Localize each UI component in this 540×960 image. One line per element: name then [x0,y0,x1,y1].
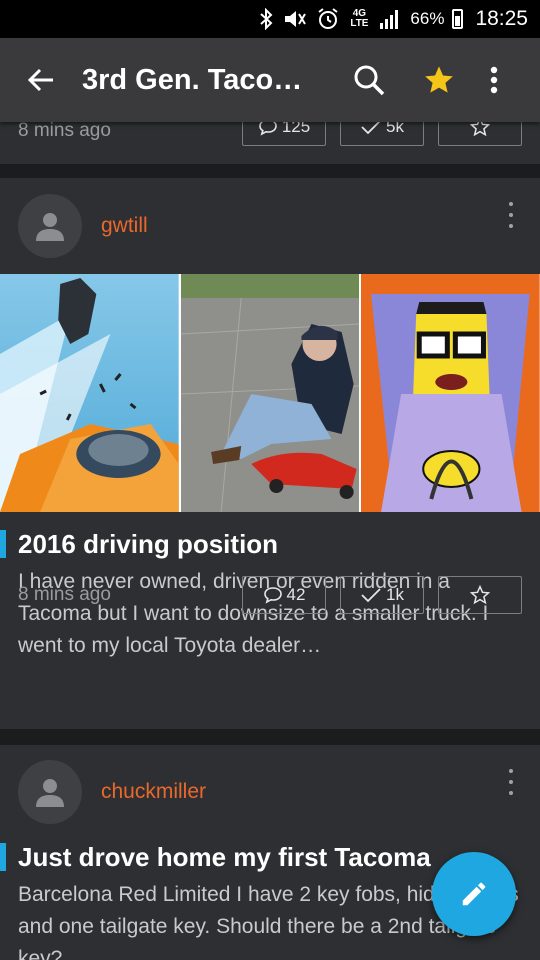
avatar[interactable] [18,760,82,824]
app-bar: 3rd Gen. Tacom… [0,38,540,122]
overflow-menu-button[interactable] [474,38,514,122]
signal-icon [378,8,402,30]
comment-icon [263,587,282,604]
battery-icon [452,9,464,29]
post-card[interactable]: 8 mins ago 125 5k [0,108,540,164]
clock: 18:25 [475,7,528,30]
back-button[interactable] [0,38,82,122]
comments-count: 42 [286,585,306,604]
favorite-button[interactable] [404,38,474,122]
star-icon [425,66,453,93]
cartoon-driver-image[interactable] [361,274,540,512]
alarm-icon [316,7,340,31]
pencil-icon [462,882,486,906]
back-arrow-icon [27,68,53,92]
post-images [0,274,540,513]
avatar[interactable] [18,194,82,258]
compose-button[interactable] [432,852,516,936]
post-menu-button[interactable] [504,202,518,228]
card-divider [0,164,540,178]
post-header: chuckmiller [0,745,540,839]
more-vert-icon [490,66,498,94]
search-button[interactable] [334,38,404,122]
feed: 8 mins ago 125 5k gwtill 2016 driving po… [0,108,540,960]
likes-count: 1k [386,585,404,604]
user-icon [36,213,64,241]
post-header: gwtill [0,178,540,274]
card-divider [0,729,540,745]
post-title[interactable]: 2016 driving position [0,528,540,560]
network-label: 4G LTE [350,8,369,29]
user-icon [36,779,64,807]
lte-icon: 4G LTE [348,9,370,29]
checkmark-icon [361,588,381,603]
post-menu-button[interactable] [504,769,518,795]
star-outline-icon [470,585,490,605]
comments-button[interactable]: 42 [242,576,326,614]
username[interactable]: gwtill [101,214,148,238]
post-timestamp: 8 mins ago [18,584,111,605]
username[interactable]: chuckmiller [101,780,206,804]
battery-percent: 66% [410,9,445,28]
man-on-plasma-car-image[interactable] [180,274,360,513]
status-bar: 4G LTE 66% 18:25 [0,0,540,38]
post-card[interactable]: gwtill 2016 driving position I have neve… [0,178,540,729]
likes-button[interactable]: 1k [340,576,424,614]
jet-ejection-image[interactable] [0,274,179,512]
bluetooth-icon [258,8,274,30]
bookmark-button[interactable] [438,576,522,614]
search-icon [354,65,385,96]
page-title: 3rd Gen. Tacom… [82,63,320,96]
post-timestamp: 8 mins ago [18,120,111,141]
mute-icon [282,8,308,30]
